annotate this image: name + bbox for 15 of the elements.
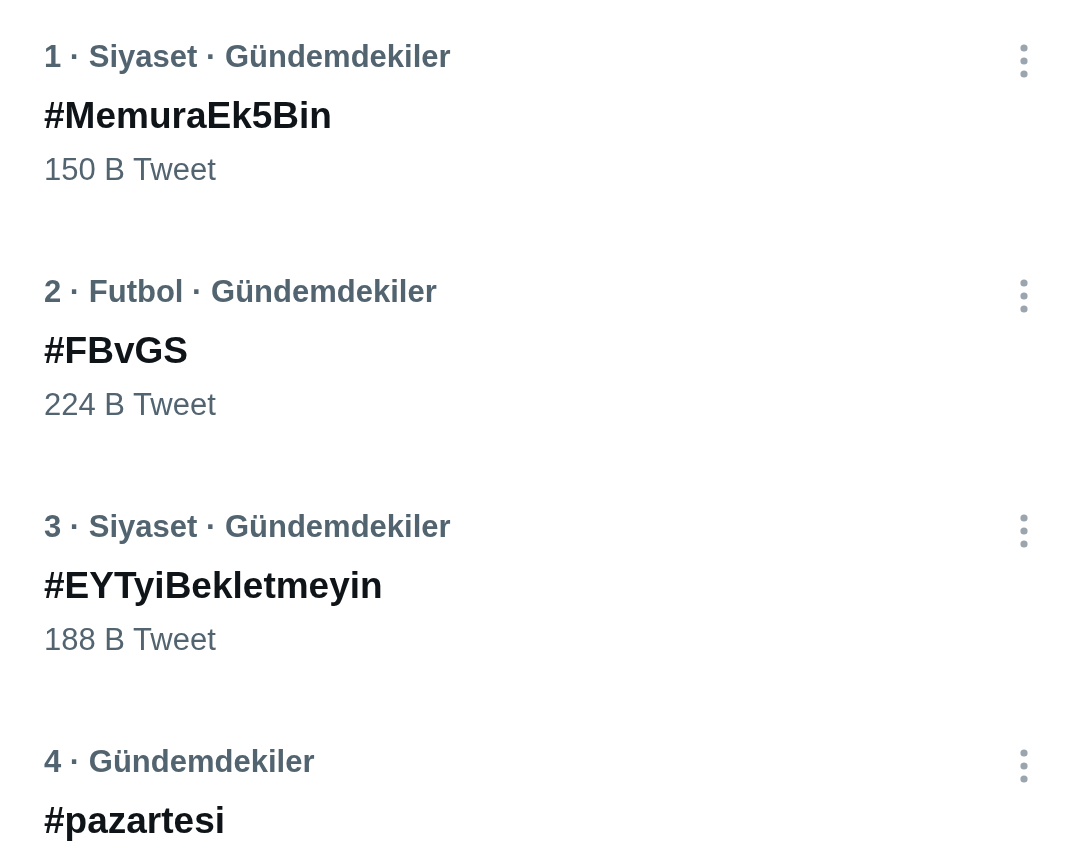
more-options-icon[interactable]: [1017, 748, 1031, 784]
tweet-count: 188 B Tweet: [44, 621, 217, 659]
trend-context: 1 · Siyaset · Gündemdekiler: [44, 38, 452, 76]
trend-hashtag[interactable]: #pazartesi: [44, 795, 1020, 847]
trend-hashtag[interactable]: #MemuraEk5Bin: [44, 90, 1020, 142]
more-options-icon[interactable]: [1017, 513, 1031, 549]
tweet-count: 224 B Tweet: [44, 386, 217, 424]
more-options-icon[interactable]: [1017, 278, 1031, 314]
trend-hashtag[interactable]: #FBvGS: [44, 325, 1020, 377]
trend-context: 4 · Gündemdekiler: [44, 743, 316, 781]
tweet-count: 150 B Tweet: [44, 151, 217, 189]
more-options-icon[interactable]: [1017, 43, 1031, 79]
trend-context: 3 · Siyaset · Gündemdekiler: [44, 508, 452, 546]
trend-context: 2 · Futbol · Gündemdekiler: [44, 273, 438, 311]
trend-hashtag[interactable]: #EYTyiBekletmeyin: [44, 560, 1020, 612]
